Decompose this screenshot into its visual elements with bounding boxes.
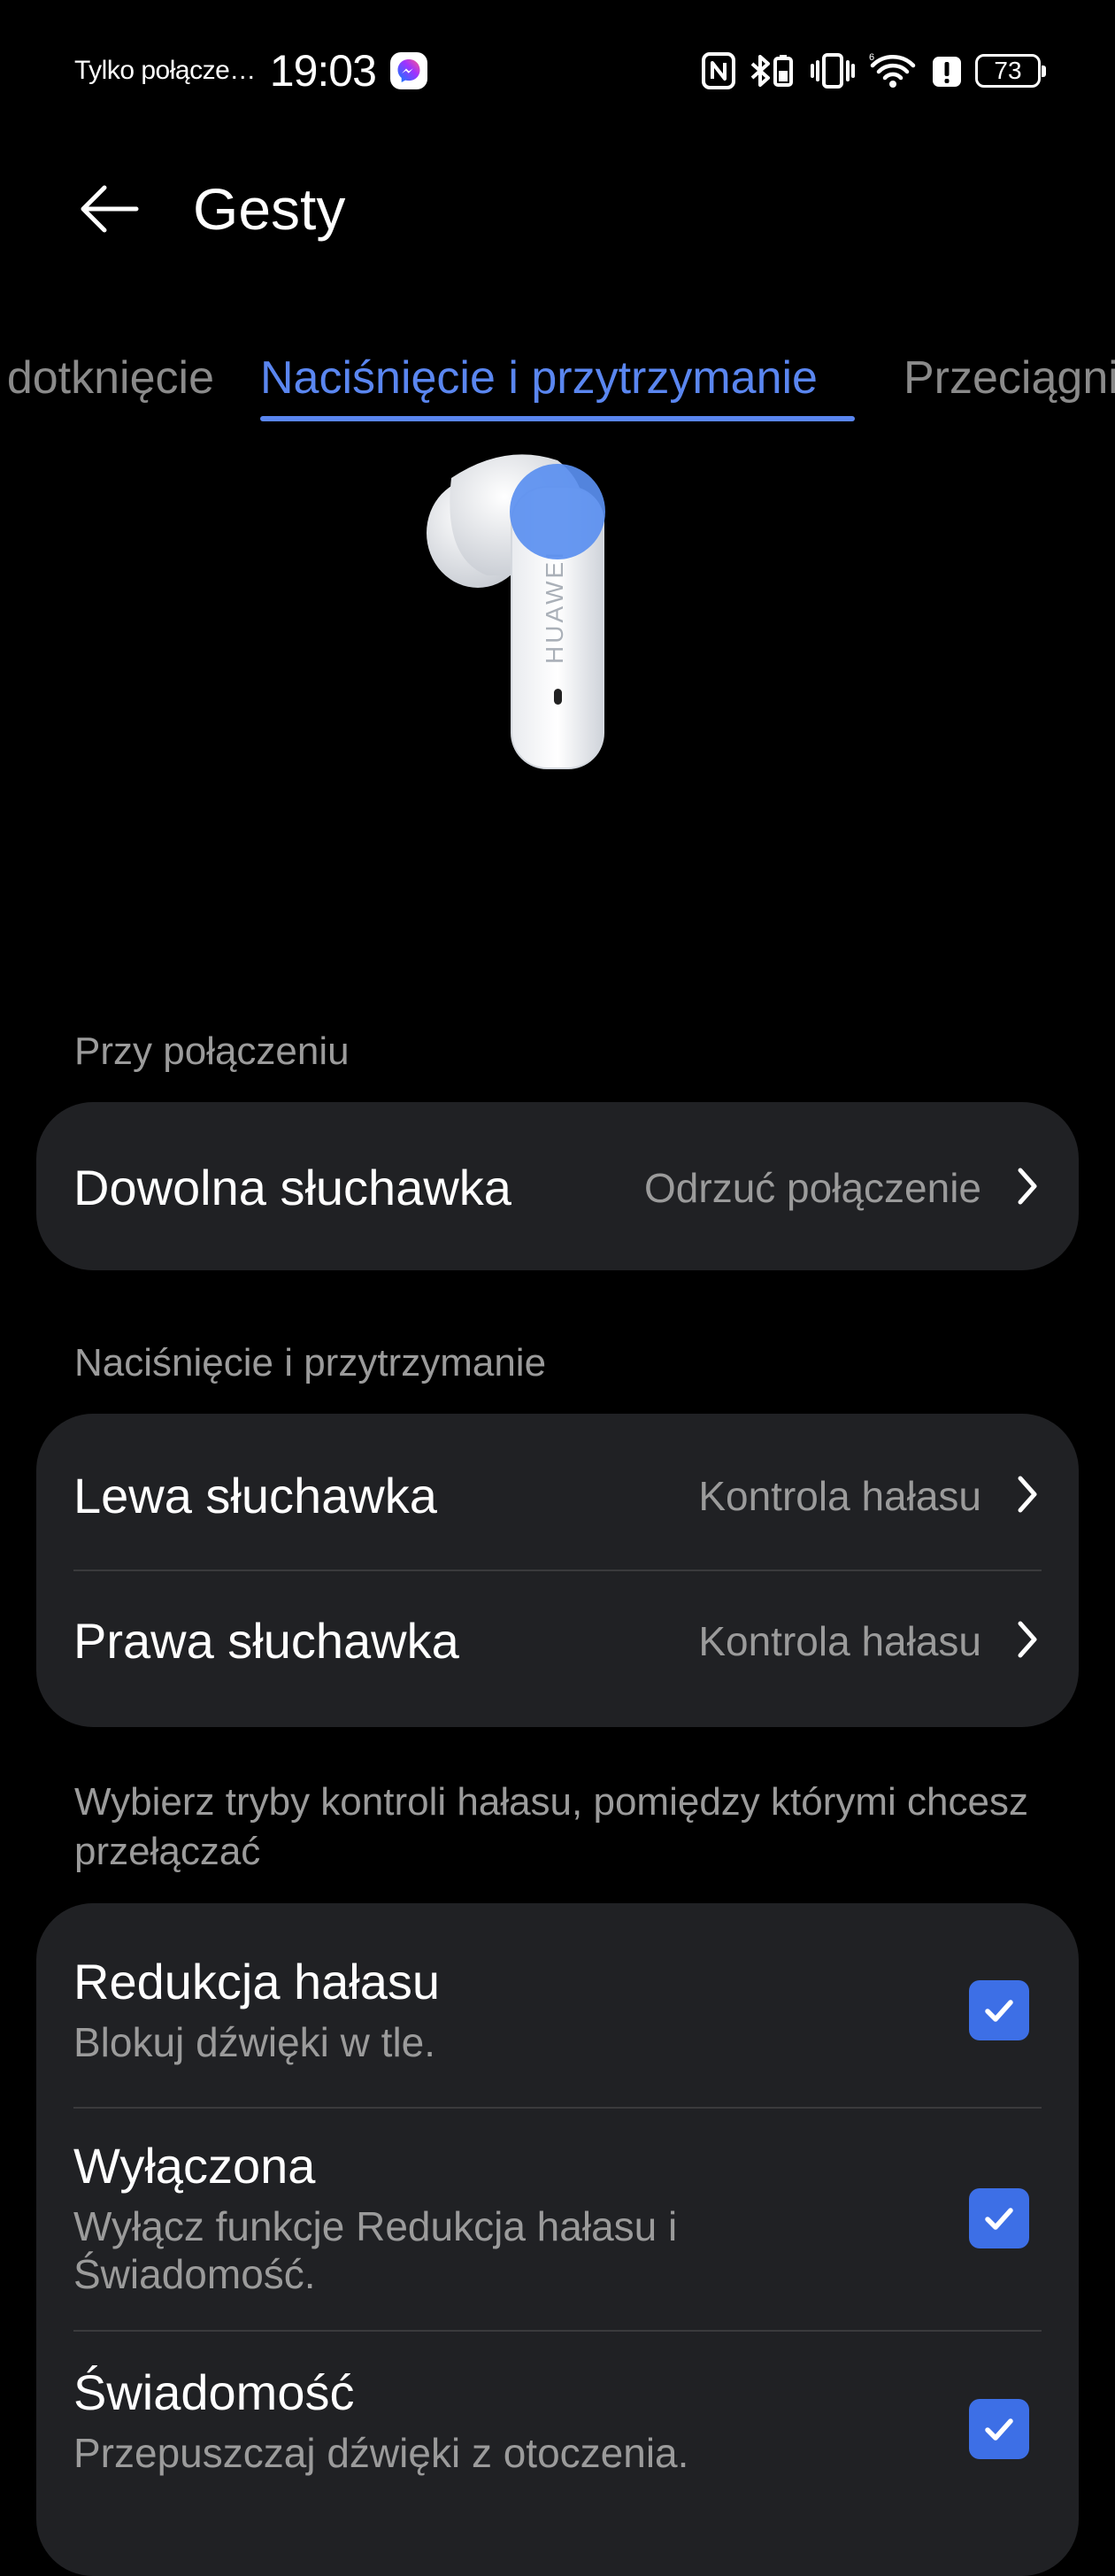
call-settings-card: Dowolna słuchawka Odrzuć połączenie	[36, 1102, 1079, 1270]
page-title: Gesty	[193, 176, 346, 242]
chevron-right-icon	[1018, 1621, 1037, 1658]
section-label-noise-modes: Wybierz tryby kontroli hałasu, pomiędzy …	[74, 1780, 1028, 1873]
svg-text:6: 6	[869, 52, 874, 63]
bluetooth-battery-icon	[750, 55, 793, 87]
status-bar-right: 6 73	[701, 44, 1046, 97]
tab-swipe[interactable]: Przeciągnij	[904, 347, 1115, 409]
checkmark-icon	[985, 2418, 1013, 2441]
chevron-right-icon	[1018, 1476, 1037, 1513]
chevron-right-icon	[1018, 1168, 1037, 1205]
tab-press-and-hold[interactable]: Naciśnięcie i przytrzymanie	[260, 347, 818, 409]
carrier-label: Tylko połącze…	[74, 56, 256, 85]
back-arrow-icon[interactable]	[74, 174, 145, 244]
row-value: Kontrola hałasu	[698, 1473, 981, 1519]
row-title: Lewa słuchawka	[73, 1468, 437, 1523]
gesture-tabs: dotknięcie Naciśnięcie i przytrzymanie P…	[0, 340, 1115, 428]
row-title: Prawa słuchawka	[73, 1613, 459, 1669]
section-label-press-hold: Naciśnięcie i przytrzymanie	[74, 1341, 547, 1384]
clock: 19:03	[269, 46, 377, 96]
earbud-brand: HUAWEI	[541, 550, 568, 664]
status-bar-left: Tylko połącze… 19:03	[74, 44, 427, 97]
option-description: Wyłącz funkcje Redukcja hałasu i Świadom…	[73, 2203, 678, 2297]
checkmark-icon	[985, 2208, 1013, 2230]
off-checkbox[interactable]	[969, 2188, 1029, 2248]
right-earbud-row[interactable]: Prawa słuchawka Kontrola hałasu	[36, 1571, 1079, 1727]
touch-point-indicator	[510, 464, 605, 559]
awareness-checkbox[interactable]	[969, 2399, 1029, 2459]
row-value: Kontrola hałasu	[698, 1618, 981, 1664]
noise-cancelling-checkbox[interactable]	[969, 1980, 1029, 2040]
option-description: Przepuszczaj dźwięki z otoczenia.	[73, 2430, 689, 2476]
nfc-icon	[702, 52, 735, 89]
press-hold-card: Lewa słuchawka Kontrola hałasu Prawa słu…	[36, 1414, 1079, 1727]
option-title: Wyłączona	[73, 2138, 316, 2194]
alert-icon	[933, 57, 961, 87]
option-description: Blokuj dźwięki w tle.	[73, 2019, 436, 2065]
checkmark-icon	[985, 2000, 1013, 2022]
option-title: Redukcja hałasu	[73, 1954, 441, 2009]
section-label-call: Przy połączeniu	[74, 1030, 350, 1073]
battery-indicator: 73	[975, 54, 1046, 88]
vibrate-icon	[811, 53, 855, 89]
noise-cancelling-option[interactable]: Redukcja hałasu Blokuj dźwięki w tle.	[36, 1903, 1079, 2107]
awareness-option[interactable]: Świadomość Przepuszczaj dźwięki z otocze…	[36, 2332, 1079, 2553]
left-earbud-row[interactable]: Lewa słuchawka Kontrola hałasu	[36, 1414, 1079, 1570]
row-title: Dowolna słuchawka	[73, 1160, 511, 1215]
any-earbud-row[interactable]: Dowolna słuchawka Odrzuć połączenie	[36, 1102, 1079, 1270]
messenger-icon	[389, 52, 427, 89]
off-option[interactable]: Wyłączona Wyłącz funkcje Redukcja hałasu…	[36, 2109, 1079, 2330]
row-value: Odrzuć połączenie	[644, 1165, 981, 1211]
earbud-illustration: HUAWEI	[427, 454, 605, 769]
option-title: Świadomość	[73, 2364, 355, 2420]
tab-tap[interactable]: dotknięcie	[7, 347, 214, 409]
wifi-icon: 6	[869, 52, 916, 88]
noise-modes-card: Redukcja hałasu Blokuj dźwięki w tle. Wy…	[36, 1903, 1079, 2576]
tab-active-indicator	[260, 416, 855, 421]
